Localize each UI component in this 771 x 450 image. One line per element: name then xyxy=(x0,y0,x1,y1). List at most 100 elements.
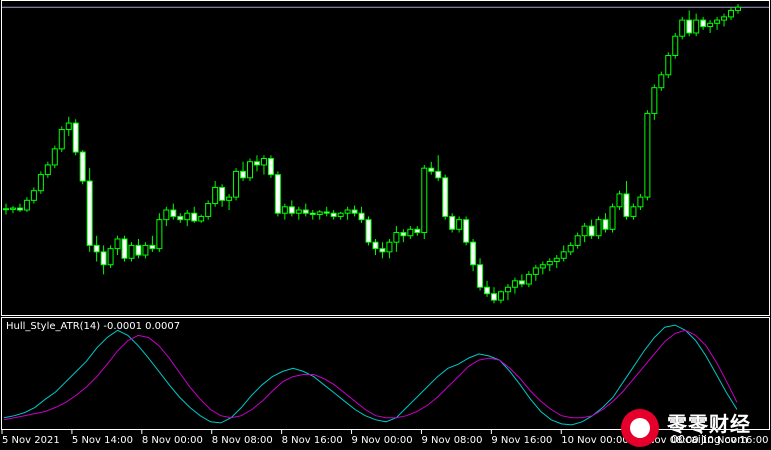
candle-body xyxy=(51,148,58,166)
x-tick-label: 8 Nov 16:00 xyxy=(282,435,343,446)
candle-body xyxy=(609,206,616,230)
x-tick-label: 5 Nov 14:00 xyxy=(72,435,133,446)
candle-body xyxy=(205,203,212,217)
candle-body xyxy=(407,228,414,237)
candle-body xyxy=(707,22,714,28)
candle-body xyxy=(128,244,135,259)
candle-body xyxy=(574,235,581,246)
candle-body xyxy=(65,122,72,131)
candle-body xyxy=(567,244,574,253)
candle-body xyxy=(511,280,518,288)
candle-body xyxy=(30,190,37,201)
candle-body xyxy=(546,261,553,266)
candle-body xyxy=(100,251,107,266)
candle-body xyxy=(616,193,623,208)
candle-body xyxy=(253,161,260,166)
candle-body xyxy=(149,244,156,250)
candle-body xyxy=(665,55,672,76)
candle-body xyxy=(644,112,651,198)
candle-body xyxy=(449,215,456,230)
x-tick-label: 9 Nov 00:00 xyxy=(352,435,413,446)
watermark-site: 00caijing.com xyxy=(671,433,748,446)
price-pane xyxy=(1,0,770,316)
candle-body xyxy=(295,209,302,214)
candle-body xyxy=(560,251,567,259)
candle-body xyxy=(435,170,442,179)
candle-body xyxy=(177,215,184,221)
candle-body xyxy=(3,208,9,211)
candle-body xyxy=(226,196,233,201)
candle-body xyxy=(602,219,609,230)
x-tick-label: 9 Nov 16:00 xyxy=(491,435,552,446)
candle-body xyxy=(456,219,463,230)
candle-body xyxy=(337,212,344,217)
candle-body xyxy=(93,244,100,253)
candle-body xyxy=(198,215,205,222)
candle-body xyxy=(288,206,295,214)
candle-body xyxy=(735,6,741,11)
candle-body xyxy=(721,16,728,21)
candle-body xyxy=(421,167,428,234)
candle-body xyxy=(260,158,267,166)
candle-body xyxy=(658,74,665,89)
candle-body xyxy=(386,241,393,253)
candle-body xyxy=(163,209,170,221)
candle-body xyxy=(23,199,30,211)
candle-body xyxy=(442,177,449,217)
candle-body xyxy=(623,193,630,217)
candle-body xyxy=(247,161,253,179)
candle-body xyxy=(532,267,539,275)
x-tick-label: 9 Nov 08:00 xyxy=(421,435,482,446)
candle-body xyxy=(686,19,693,34)
candle-body xyxy=(114,238,121,250)
candle-body xyxy=(700,19,707,28)
candle-body xyxy=(9,207,16,210)
candle-body xyxy=(714,19,721,24)
candle-body xyxy=(344,209,351,214)
candle-body xyxy=(491,293,497,301)
candle-body xyxy=(302,209,309,214)
candle-body xyxy=(651,87,658,114)
candle-body xyxy=(16,207,23,211)
candle-body xyxy=(581,225,588,237)
candle-body xyxy=(630,206,637,217)
candle-body xyxy=(121,238,128,259)
candle-body xyxy=(72,122,79,153)
x-tick-label: 5 Nov 2021 xyxy=(2,435,60,446)
candle-body xyxy=(470,241,477,266)
chart-svg: 5 Nov 2021 5 Nov 14:00 8 Nov 00:00 8 Nov 08… xyxy=(1,0,770,446)
candle-body xyxy=(267,158,274,176)
candle-body xyxy=(142,244,149,256)
candle-body xyxy=(351,209,358,214)
candle-body xyxy=(477,264,484,288)
candle-body xyxy=(428,167,435,172)
candle-body xyxy=(553,257,560,262)
candle-body xyxy=(170,209,177,217)
candle-body xyxy=(539,264,546,269)
candle-body xyxy=(79,151,86,182)
candle-body xyxy=(672,35,679,56)
indicator-title: Hull_Style_ATR(14) -0.0001 0.0007 xyxy=(6,321,181,332)
candle-body xyxy=(693,19,700,34)
candle-body xyxy=(316,211,323,216)
candle-body xyxy=(37,174,44,192)
candle-body xyxy=(595,219,602,237)
candle-body xyxy=(379,248,386,253)
candle-body xyxy=(365,219,372,243)
candle-body xyxy=(156,219,163,250)
watermark-logo: 零零财经 00caijing.com xyxy=(621,407,769,447)
candle-body xyxy=(504,286,511,293)
candle-body xyxy=(484,286,491,295)
candle-body xyxy=(135,244,142,256)
price-pane-border xyxy=(1,0,770,316)
candle-body xyxy=(518,280,525,285)
candle-body xyxy=(728,9,735,18)
candle-body xyxy=(372,241,379,250)
candle-body xyxy=(233,170,240,198)
candle-body xyxy=(400,232,407,237)
x-tick-label: 10 Nov 00:00 xyxy=(561,435,628,446)
candle-body xyxy=(240,170,247,179)
candle-body xyxy=(212,186,219,205)
candle-body xyxy=(330,212,337,217)
candle-body xyxy=(497,291,504,301)
